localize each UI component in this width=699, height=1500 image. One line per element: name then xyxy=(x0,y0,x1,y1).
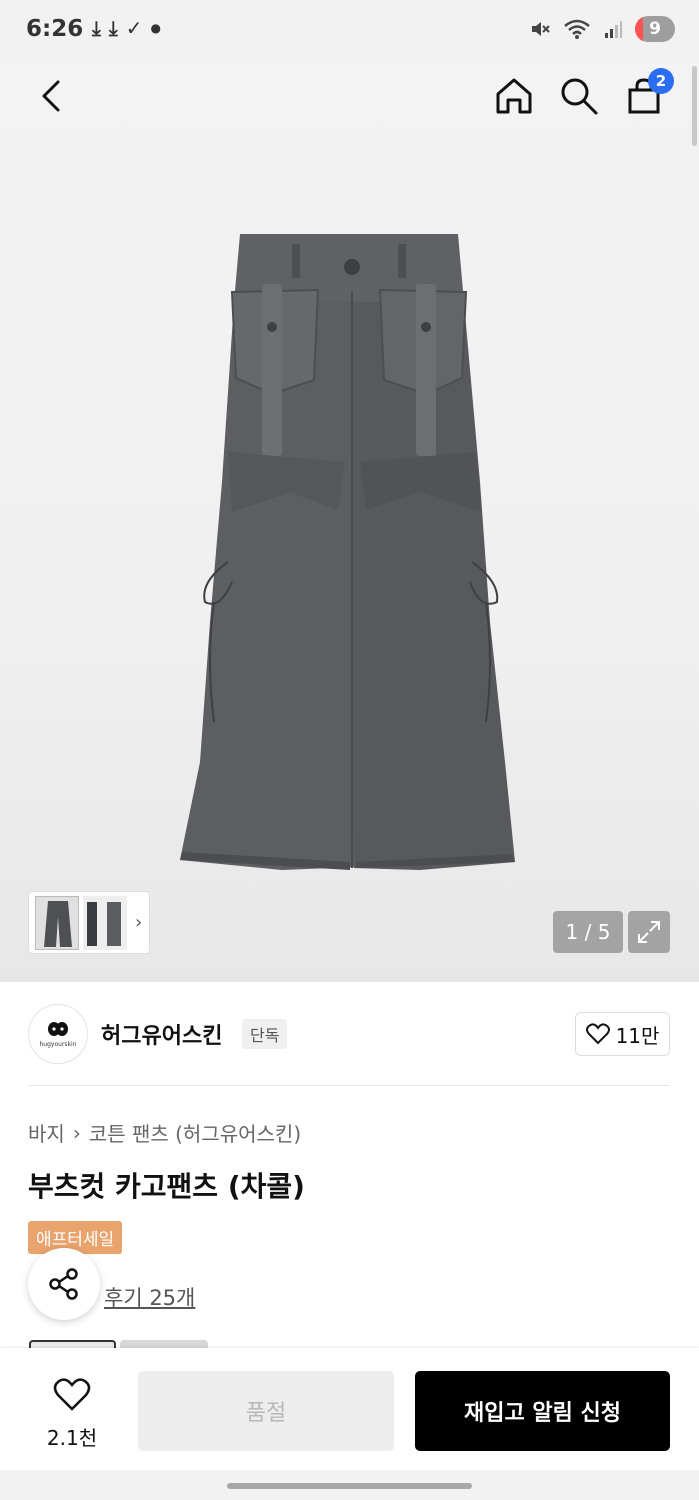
status-time: 6:26 xyxy=(26,16,84,42)
home-indicator[interactable] xyxy=(227,1483,472,1489)
thumbnail-image[interactable] xyxy=(83,895,127,950)
thumbnail-pants-icon xyxy=(87,901,121,946)
breadcrumb: 바지 › 코튼 팬츠 (허그유어스킨) xyxy=(28,1118,301,1147)
brand-like-button[interactable]: 11만 xyxy=(575,1012,670,1056)
search-icon xyxy=(561,78,598,115)
top-navigation: 2 xyxy=(0,62,699,132)
wifi-icon xyxy=(564,19,590,39)
brand-logo-text: hugyourskin xyxy=(39,1040,77,1048)
heart-icon xyxy=(53,1378,91,1411)
share-icon xyxy=(49,1268,78,1300)
search-button[interactable] xyxy=(555,72,603,120)
home-button[interactable] xyxy=(490,72,538,120)
chevron-left-icon xyxy=(42,80,60,112)
brand-row: hugyourskin 허그유어스킨 단독 11만 xyxy=(28,1004,670,1064)
thumbnail-next-arrow[interactable]: › xyxy=(135,912,142,933)
check-download-icon: ✓ xyxy=(125,16,143,40)
brand-logo-icon xyxy=(48,1021,68,1036)
breadcrumb-separator: › xyxy=(72,1120,81,1145)
battery-level: 9 xyxy=(649,19,661,39)
brand-name[interactable]: 허그유어스킨 xyxy=(101,1018,222,1050)
exclusive-tag: 단독 xyxy=(242,1019,288,1049)
status-bar: 6:26 ⤓ ⤓ ✓ ● 9 xyxy=(0,0,699,62)
wishlist-button[interactable]: 2.1천 xyxy=(40,1378,104,1451)
expand-image-button[interactable] xyxy=(628,911,670,953)
cart-count-badge: 2 xyxy=(648,68,674,94)
status-left-icons: ⤓ ⤓ ✓ ● xyxy=(92,16,161,40)
battery-icon: 9 xyxy=(635,16,675,42)
soldout-button: 품절 xyxy=(138,1371,394,1451)
mute-icon xyxy=(532,22,550,36)
divider xyxy=(28,1085,670,1086)
product-title: 부츠컷 카고팬츠 (차콜) xyxy=(28,1170,305,1203)
wishlist-count: 2.1천 xyxy=(46,1426,98,1450)
bottom-action-bar: 2.1천 품절 재입고 알림 신청 xyxy=(0,1348,699,1470)
heart-icon xyxy=(585,1023,610,1045)
back-button[interactable] xyxy=(28,72,76,120)
status-right-icons: 9 xyxy=(529,16,675,42)
expand-icon xyxy=(638,921,660,943)
signal-icon xyxy=(605,21,622,38)
brand-logo[interactable]: hugyourskin xyxy=(28,1004,88,1064)
reviews-link[interactable]: 후기 25개 xyxy=(104,1282,195,1312)
thumbnail-pants-icon xyxy=(44,900,72,947)
product-image-gallery[interactable] xyxy=(0,62,699,982)
restock-notify-button[interactable]: 재입고 알림 신청 xyxy=(415,1371,670,1451)
product-image xyxy=(180,234,515,870)
breadcrumb-subcategory[interactable]: 코튼 팬츠 (허그유어스킨) xyxy=(89,1118,301,1147)
image-counter: 1 / 5 xyxy=(553,911,623,953)
download-icon: ⤓ xyxy=(108,16,118,40)
share-button[interactable] xyxy=(28,1248,100,1320)
brand-like-count: 11만 xyxy=(615,1023,660,1048)
thumbnail-image[interactable] xyxy=(35,895,79,950)
home-icon xyxy=(496,78,532,114)
download-icon: ⤓ xyxy=(92,16,101,40)
thumbnail-strip[interactable]: › xyxy=(28,891,150,954)
system-navigation-bar xyxy=(0,1470,699,1500)
dot-icon: ● xyxy=(150,21,161,35)
breadcrumb-category[interactable]: 바지 xyxy=(28,1118,65,1147)
cart-button[interactable]: 2 xyxy=(620,68,674,120)
